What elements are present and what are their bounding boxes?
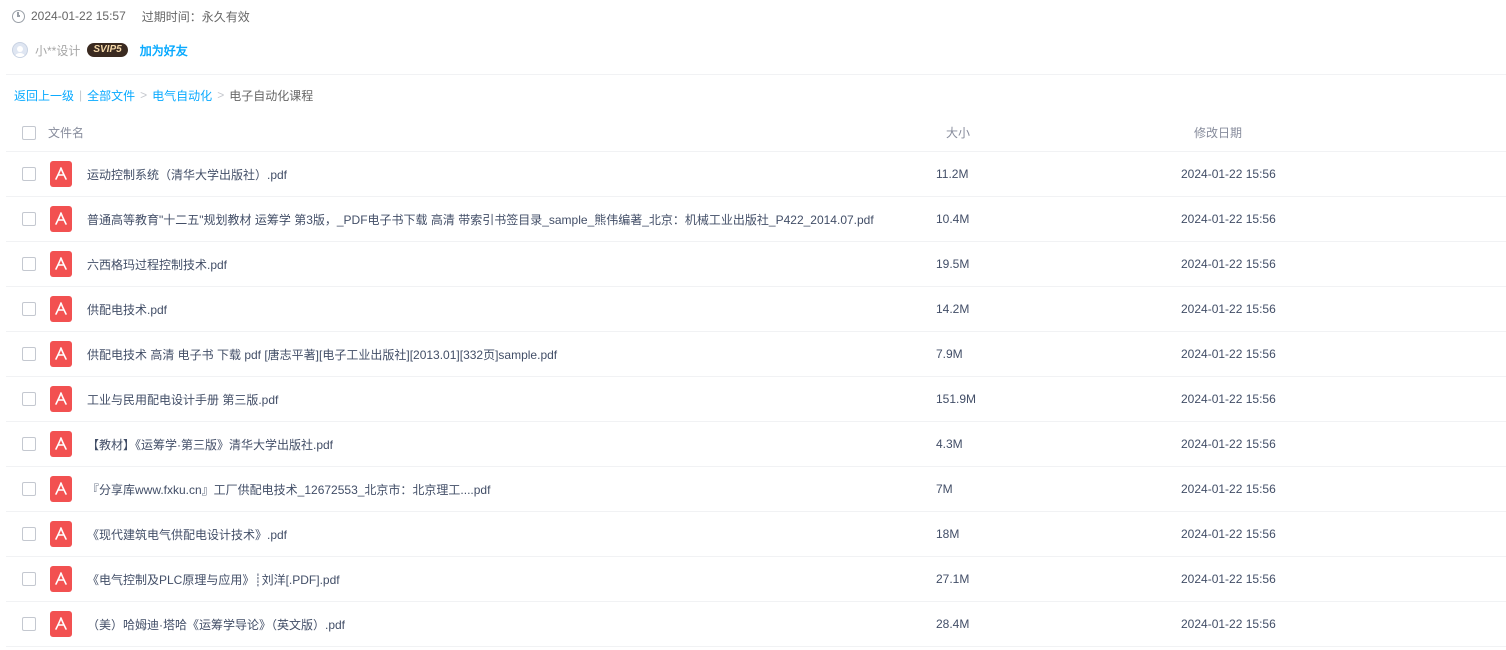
avatar-icon[interactable] [12, 42, 28, 58]
table-row[interactable]: 工业与民用配电设计手册 第三版.pdf 151.9M 2024-01-22 15:5… [6, 377, 1506, 422]
table-row[interactable]: 运动控制系统（清华大学出版社）.pdf 11.2M 2024-01-22 15:56 [6, 152, 1506, 197]
row-checkbox[interactable] [22, 482, 36, 496]
breadcrumb-back-link[interactable]: 返回上一级 [14, 87, 74, 104]
file-rows: 运动控制系统（清华大学出版社）.pdf 11.2M 2024-01-22 15:56… [6, 152, 1506, 647]
row-checkbox[interactable] [22, 167, 36, 181]
file-date: 2024-01-22 15:56 [1181, 392, 1276, 406]
file-date: 2024-01-22 15:56 [1181, 212, 1276, 226]
pdf-icon [50, 476, 72, 502]
file-name[interactable]: 《现代建筑电气供配电设计技术》.pdf [87, 526, 287, 543]
file-date: 2024-01-22 15:56 [1181, 617, 1276, 631]
select-all-checkbox[interactable] [22, 125, 36, 140]
add-friend-button[interactable]: 加为好友 [140, 42, 188, 59]
pdf-icon [50, 611, 72, 637]
file-name[interactable]: 运动控制系统（清华大学出版社）.pdf [87, 166, 287, 183]
file-size: 19.5M [936, 257, 970, 271]
file-list: 文件名 大小 修改日期 运动控制系统（清华大学出版社）.pdf 11.2M 2024… [6, 114, 1506, 647]
file-name[interactable]: 普通高等教育"十二五"规划教材 运筹学 第3版，_PDF电子书下载 高清 带索引… [87, 211, 874, 228]
row-checkbox[interactable] [22, 257, 36, 271]
table-row[interactable]: 普通高等教育"十二五"规划教材 运筹学 第3版，_PDF电子书下载 高清 带索引… [6, 197, 1506, 242]
file-date: 2024-01-22 15:56 [1181, 347, 1276, 361]
file-name[interactable]: （美）哈姆迪·塔哈《运筹学导论》（英文版）.pdf [87, 616, 345, 633]
pdf-icon [50, 161, 72, 187]
file-name[interactable]: 『分享库www.fxku.cn』工厂供配电技术_12672553_北京市：北京理… [87, 481, 490, 498]
file-size: 10.4M [936, 212, 970, 226]
table-row[interactable]: 供配电技术.pdf 14.2M 2024-01-22 15:56 [6, 287, 1506, 332]
file-size: 28.4M [936, 617, 970, 631]
file-date: 2024-01-22 15:56 [1181, 437, 1276, 451]
breadcrumb-arrow: > [140, 88, 148, 102]
pdf-icon [50, 521, 72, 547]
breadcrumb-all-files-link[interactable]: 全部文件 [87, 87, 135, 104]
pdf-icon [50, 386, 72, 412]
row-checkbox[interactable] [22, 437, 36, 451]
row-checkbox[interactable] [22, 527, 36, 541]
breadcrumb-current: 电子自动化课程 [229, 88, 314, 103]
breadcrumb: 返回上一级 | 全部文件 > 电气自动化 > 电子自动化课程 [14, 87, 313, 103]
column-header-date[interactable]: 修改日期 [1194, 124, 1242, 141]
sharer-name[interactable]: 小**设计 [35, 42, 80, 59]
table-row[interactable]: 『分享库www.fxku.cn』工厂供配电技术_12672553_北京市：北京理… [6, 467, 1506, 512]
pdf-icon [50, 566, 72, 592]
file-size: 27.1M [936, 572, 970, 586]
row-checkbox[interactable] [22, 212, 36, 226]
file-name[interactable]: 【教材】《运筹学·第三版》清华大学出版社.pdf [87, 436, 333, 453]
table-row[interactable]: 【教材】《运筹学·第三版》清华大学出版社.pdf 4.3M 2024-01-22 1… [6, 422, 1506, 467]
file-date: 2024-01-22 15:56 [1181, 482, 1276, 496]
breadcrumb-separator: | [79, 88, 83, 102]
svip-badge: SVIP5 [87, 43, 128, 57]
table-row[interactable]: 六西格玛过程控制技术.pdf 19.5M 2024-01-22 15:56 [6, 242, 1506, 287]
file-name[interactable]: 工业与民用配电设计手册 第三版.pdf [87, 391, 278, 408]
row-checkbox[interactable] [22, 302, 36, 316]
file-name[interactable]: 供配电技术.pdf [87, 301, 167, 318]
pdf-icon [50, 296, 72, 322]
breadcrumb-parent-link[interactable]: 电气自动化 [152, 87, 212, 104]
file-size: 14.2M [936, 302, 970, 316]
breadcrumb-arrow: > [217, 88, 225, 102]
file-size: 7M [936, 482, 953, 496]
row-checkbox[interactable] [22, 617, 36, 631]
table-row[interactable]: 《电气控制及PLC原理与应用》┊刘洋[.PDF].pdf 27.1M 2024-01… [6, 557, 1506, 602]
expire-label: 过期时间：永久有效 [141, 9, 250, 24]
file-date: 2024-01-22 15:56 [1181, 302, 1276, 316]
file-list-header: 文件名 大小 修改日期 [6, 114, 1506, 152]
table-row[interactable]: 供配电技术 高清 电子书 下载 pdf [唐志平著][电子工业出版社][2013… [6, 332, 1506, 377]
file-size: 11.2M [936, 167, 969, 181]
pdf-icon [50, 431, 72, 457]
file-date: 2024-01-22 15:56 [1181, 527, 1276, 541]
share-meta: 2024-01-22 15:57 过期时间：永久有效 [12, 8, 250, 24]
column-header-size[interactable]: 大小 [946, 124, 970, 141]
row-checkbox[interactable] [22, 392, 36, 406]
pdf-icon [50, 341, 72, 367]
pdf-icon [50, 251, 72, 277]
divider [6, 74, 1506, 75]
file-size: 18M [936, 527, 960, 541]
file-name[interactable]: 六西格玛过程控制技术.pdf [87, 256, 227, 273]
file-date: 2024-01-22 15:56 [1181, 167, 1276, 181]
table-row[interactable]: （美）哈姆迪·塔哈《运筹学导论》（英文版）.pdf 28.4M 2024-01-22… [6, 602, 1506, 647]
file-date: 2024-01-22 15:56 [1181, 572, 1276, 586]
sharer-info: 小**设计 SVIP5 加为好友 [12, 41, 188, 59]
column-header-name[interactable]: 文件名 [48, 124, 84, 141]
file-size: 4.3M [936, 437, 963, 451]
file-size: 7.9M [936, 347, 963, 361]
file-name[interactable]: 供配电技术 高清 电子书 下载 pdf [唐志平著][电子工业出版社][2013… [87, 346, 557, 363]
file-size: 151.9M [936, 392, 977, 406]
clock-icon [12, 9, 25, 23]
table-row[interactable]: 《现代建筑电气供配电设计技术》.pdf 18M 2024-01-22 15:56 [6, 512, 1506, 557]
row-checkbox[interactable] [22, 572, 36, 586]
file-name[interactable]: 《电气控制及PLC原理与应用》┊刘洋[.PDF].pdf [87, 571, 340, 588]
pdf-icon [50, 206, 72, 232]
row-checkbox[interactable] [22, 347, 36, 361]
file-date: 2024-01-22 15:56 [1181, 257, 1276, 271]
share-time: 2024-01-22 15:57 [31, 9, 126, 23]
